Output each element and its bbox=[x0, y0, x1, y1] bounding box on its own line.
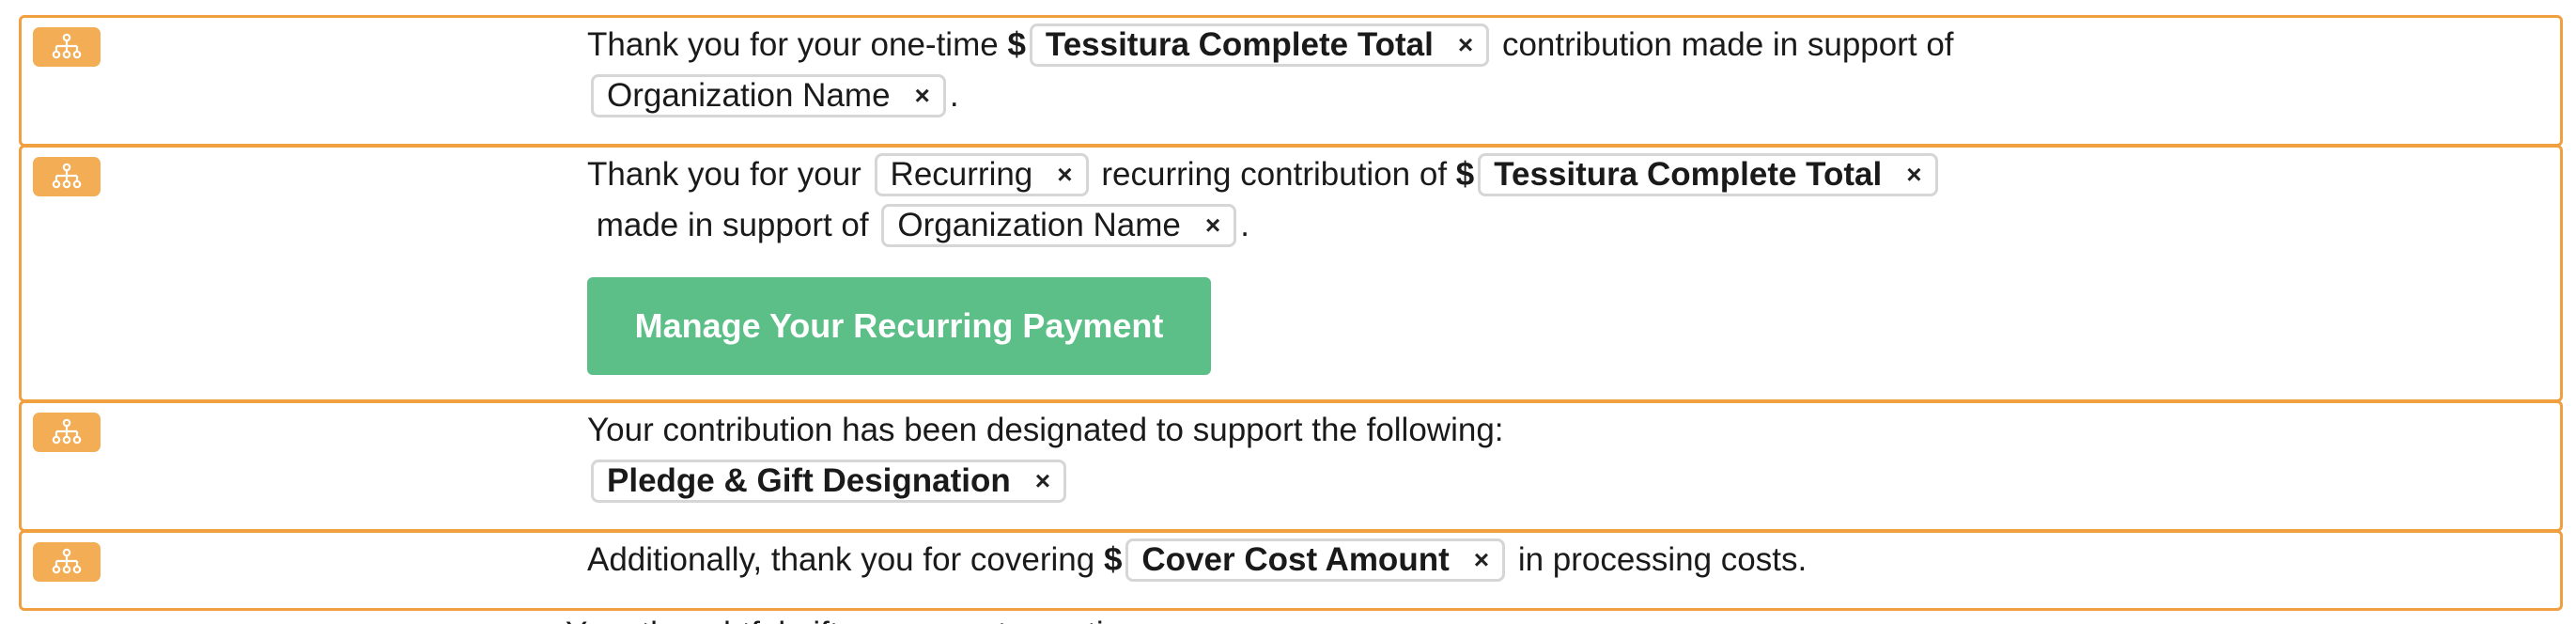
close-icon[interactable]: × bbox=[1035, 456, 1050, 507]
close-icon[interactable]: × bbox=[1458, 20, 1473, 70]
condition-badge[interactable] bbox=[33, 542, 101, 582]
content-block-recurring[interactable]: Thank you for your Recurring × recurring… bbox=[19, 145, 2563, 402]
manage-recurring-payment-button[interactable]: Manage Your Recurring Payment bbox=[587, 277, 1211, 375]
merge-field-pledge-gift-designation[interactable]: Pledge & Gift Designation × bbox=[591, 460, 1067, 503]
condition-badge[interactable] bbox=[33, 27, 101, 67]
content-block-designation[interactable]: Your contribution has been designated to… bbox=[19, 400, 2563, 532]
text-line: Pledge & Gift Designation × bbox=[587, 456, 2541, 507]
currency-symbol: $ bbox=[1103, 541, 1123, 578]
email-builder-canvas: Thank you for your one-time $ Tessitura … bbox=[0, 0, 2576, 624]
static-text: made in support of bbox=[587, 207, 878, 243]
block-content: Thank you for your Recurring × recurring… bbox=[587, 149, 2541, 396]
merge-field-label: Tessitura Complete Total bbox=[1045, 26, 1434, 63]
merge-field-label: Tessitura Complete Total bbox=[1494, 156, 1883, 193]
static-text: Your contribution has been designated to… bbox=[587, 412, 1504, 448]
block-content: Your contribution has been designated to… bbox=[587, 405, 2541, 507]
merge-field-organization-name[interactable]: Organization Name × bbox=[591, 74, 946, 117]
hierarchy-icon bbox=[52, 548, 82, 574]
hierarchy-icon bbox=[52, 163, 82, 189]
static-text: . bbox=[949, 77, 959, 114]
text-line: Your contribution has been designated to… bbox=[587, 405, 2541, 456]
block-content: Additionally, thank you for covering $ C… bbox=[587, 535, 2541, 585]
merge-field-label: Recurring bbox=[890, 156, 1033, 193]
text-line: made in support of Organization Name × . bbox=[587, 200, 2541, 251]
content-block-cover-cost[interactable]: Additionally, thank you for covering $ C… bbox=[19, 530, 2563, 611]
text-line: Thank you for your one-time $ Tessitura … bbox=[587, 20, 2541, 70]
condition-badge[interactable] bbox=[33, 413, 101, 452]
merge-field-label: Organization Name bbox=[607, 77, 891, 114]
condition-badge[interactable] bbox=[33, 157, 101, 196]
static-text: recurring contribution of bbox=[1092, 156, 1456, 193]
static-text: . bbox=[1240, 207, 1249, 243]
static-text: in processing costs. bbox=[1509, 541, 1808, 578]
static-text: Additionally, thank you for covering bbox=[587, 541, 1104, 578]
close-icon[interactable]: × bbox=[1205, 200, 1220, 251]
content-block-one-time[interactable]: Thank you for your one-time $ Tessitura … bbox=[19, 15, 2563, 147]
currency-symbol: $ bbox=[1007, 26, 1026, 63]
close-icon[interactable]: × bbox=[1906, 149, 1921, 200]
merge-field-label: Cover Cost Amount bbox=[1141, 541, 1450, 578]
merge-field-label: Organization Name bbox=[897, 207, 1181, 243]
text-line: Organization Name × . bbox=[587, 70, 2541, 121]
merge-field-recurring[interactable]: Recurring × bbox=[874, 153, 1089, 196]
text-line: Additionally, thank you for covering $ C… bbox=[587, 535, 2541, 585]
close-icon[interactable]: × bbox=[915, 70, 930, 121]
merge-field-label: Pledge & Gift Designation bbox=[607, 462, 1011, 499]
block-content: Thank you for your one-time $ Tessitura … bbox=[587, 20, 2541, 121]
hierarchy-icon bbox=[52, 418, 82, 445]
static-text: Thank you for your one-time bbox=[587, 26, 1008, 63]
close-icon[interactable]: × bbox=[1474, 535, 1489, 585]
merge-field-organization-name[interactable]: Organization Name × bbox=[881, 204, 1237, 247]
static-text: contribution made in support of bbox=[1493, 26, 1954, 63]
trailing-text-line: Your thoughtful gift moves us to continu… bbox=[566, 609, 1158, 624]
static-text: Thank you for your bbox=[587, 156, 871, 193]
merge-field-tessitura-complete-total[interactable]: Tessitura Complete Total × bbox=[1029, 20, 1490, 70]
text-line: Thank you for your Recurring × recurring… bbox=[587, 149, 2541, 200]
currency-symbol: $ bbox=[1455, 156, 1475, 193]
hierarchy-icon bbox=[52, 33, 82, 59]
merge-field-cover-cost-amount[interactable]: Cover Cost Amount × bbox=[1125, 535, 1506, 585]
close-icon[interactable]: × bbox=[1057, 149, 1072, 200]
merge-field-tessitura-complete-total[interactable]: Tessitura Complete Total × bbox=[1478, 153, 1938, 196]
